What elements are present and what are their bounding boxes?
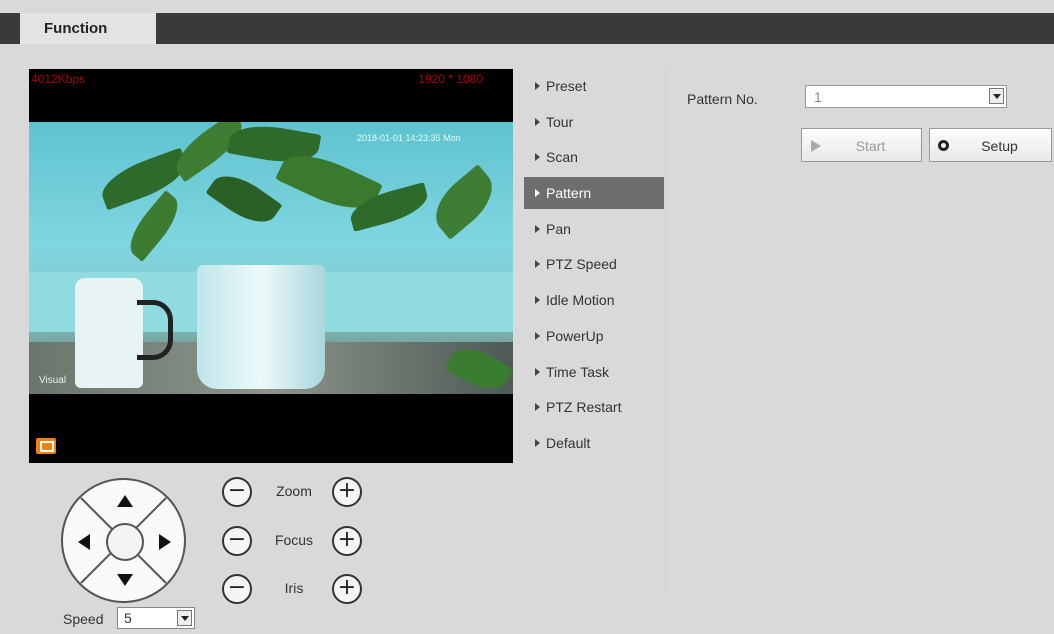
live-video[interactable]: 4012Kbps 1920 * 1080 2018-01-01 14:23:35… — [29, 69, 513, 463]
top-bar — [0, 13, 1054, 44]
speed-select[interactable]: 5 — [117, 607, 195, 629]
ptz-center-button[interactable] — [106, 523, 144, 561]
iris-control: − Iris + — [222, 574, 367, 606]
zoom-out-button[interactable]: − — [222, 477, 252, 507]
speed-label: Speed — [63, 611, 104, 627]
zoom-control: − Zoom + — [222, 477, 367, 509]
menu-item-preset[interactable]: Preset — [524, 70, 664, 102]
menu-item-pan[interactable]: Pan — [524, 213, 664, 245]
ptz-function-menu: Preset Tour Scan Pattern Pan PTZ Speed I… — [524, 70, 664, 463]
menu-item-idle-motion[interactable]: Idle Motion — [524, 284, 664, 316]
panel-divider — [665, 70, 666, 592]
window-mode-icon[interactable] — [36, 438, 56, 454]
start-button-label: Start — [855, 138, 886, 154]
menu-item-powerup[interactable]: PowerUp — [524, 320, 664, 352]
pattern-no-select[interactable]: 1 — [805, 85, 1007, 108]
pattern-no-value: 1 — [814, 89, 822, 105]
iris-minus-button[interactable]: − — [222, 574, 252, 604]
start-button[interactable]: Start — [801, 128, 922, 162]
chevron-down-icon[interactable] — [177, 610, 192, 626]
menu-item-ptz-speed[interactable]: PTZ Speed — [524, 248, 664, 280]
menu-item-tour[interactable]: Tour — [524, 106, 664, 138]
mug — [75, 278, 143, 388]
arrow-left-icon[interactable] — [78, 534, 90, 550]
arrow-up-icon[interactable] — [117, 495, 133, 507]
scene-label: Visual — [39, 375, 67, 386]
focus-control: − Focus + — [222, 526, 367, 558]
chevron-down-icon[interactable] — [989, 88, 1004, 104]
focus-label: Focus — [274, 532, 314, 548]
pattern-no-label: Pattern No. — [687, 91, 758, 107]
camera-scene: 2018-01-01 14:23:35 Mon Visual — [29, 122, 513, 394]
menu-item-pattern[interactable]: Pattern — [524, 177, 664, 210]
arrow-right-icon[interactable] — [159, 534, 171, 550]
zoom-in-button[interactable]: + — [332, 477, 362, 507]
iris-plus-button[interactable]: + — [332, 574, 362, 604]
speed-value: 5 — [124, 610, 132, 626]
setup-button[interactable]: Setup — [929, 128, 1052, 162]
flower-pot — [197, 265, 325, 389]
arrow-down-icon[interactable] — [117, 574, 133, 586]
menu-item-time-task[interactable]: Time Task — [524, 356, 664, 388]
menu-item-default[interactable]: Default — [524, 427, 664, 459]
iris-label: Iris — [284, 580, 304, 596]
osd-timestamp: 2018-01-01 14:23:35 Mon — [357, 133, 461, 143]
bitrate-readout: 4012Kbps — [31, 72, 86, 86]
ptz-direction-pad[interactable] — [61, 478, 186, 603]
focus-plus-button[interactable]: + — [332, 526, 362, 556]
tab-function[interactable]: Function — [20, 13, 156, 44]
focus-minus-button[interactable]: − — [222, 526, 252, 556]
resolution-readout: 1920 * 1080 — [418, 72, 483, 86]
menu-item-ptz-restart[interactable]: PTZ Restart — [524, 391, 664, 423]
setup-button-label: Setup — [981, 138, 1018, 154]
zoom-label: Zoom — [276, 483, 312, 499]
menu-item-scan[interactable]: Scan — [524, 141, 664, 173]
